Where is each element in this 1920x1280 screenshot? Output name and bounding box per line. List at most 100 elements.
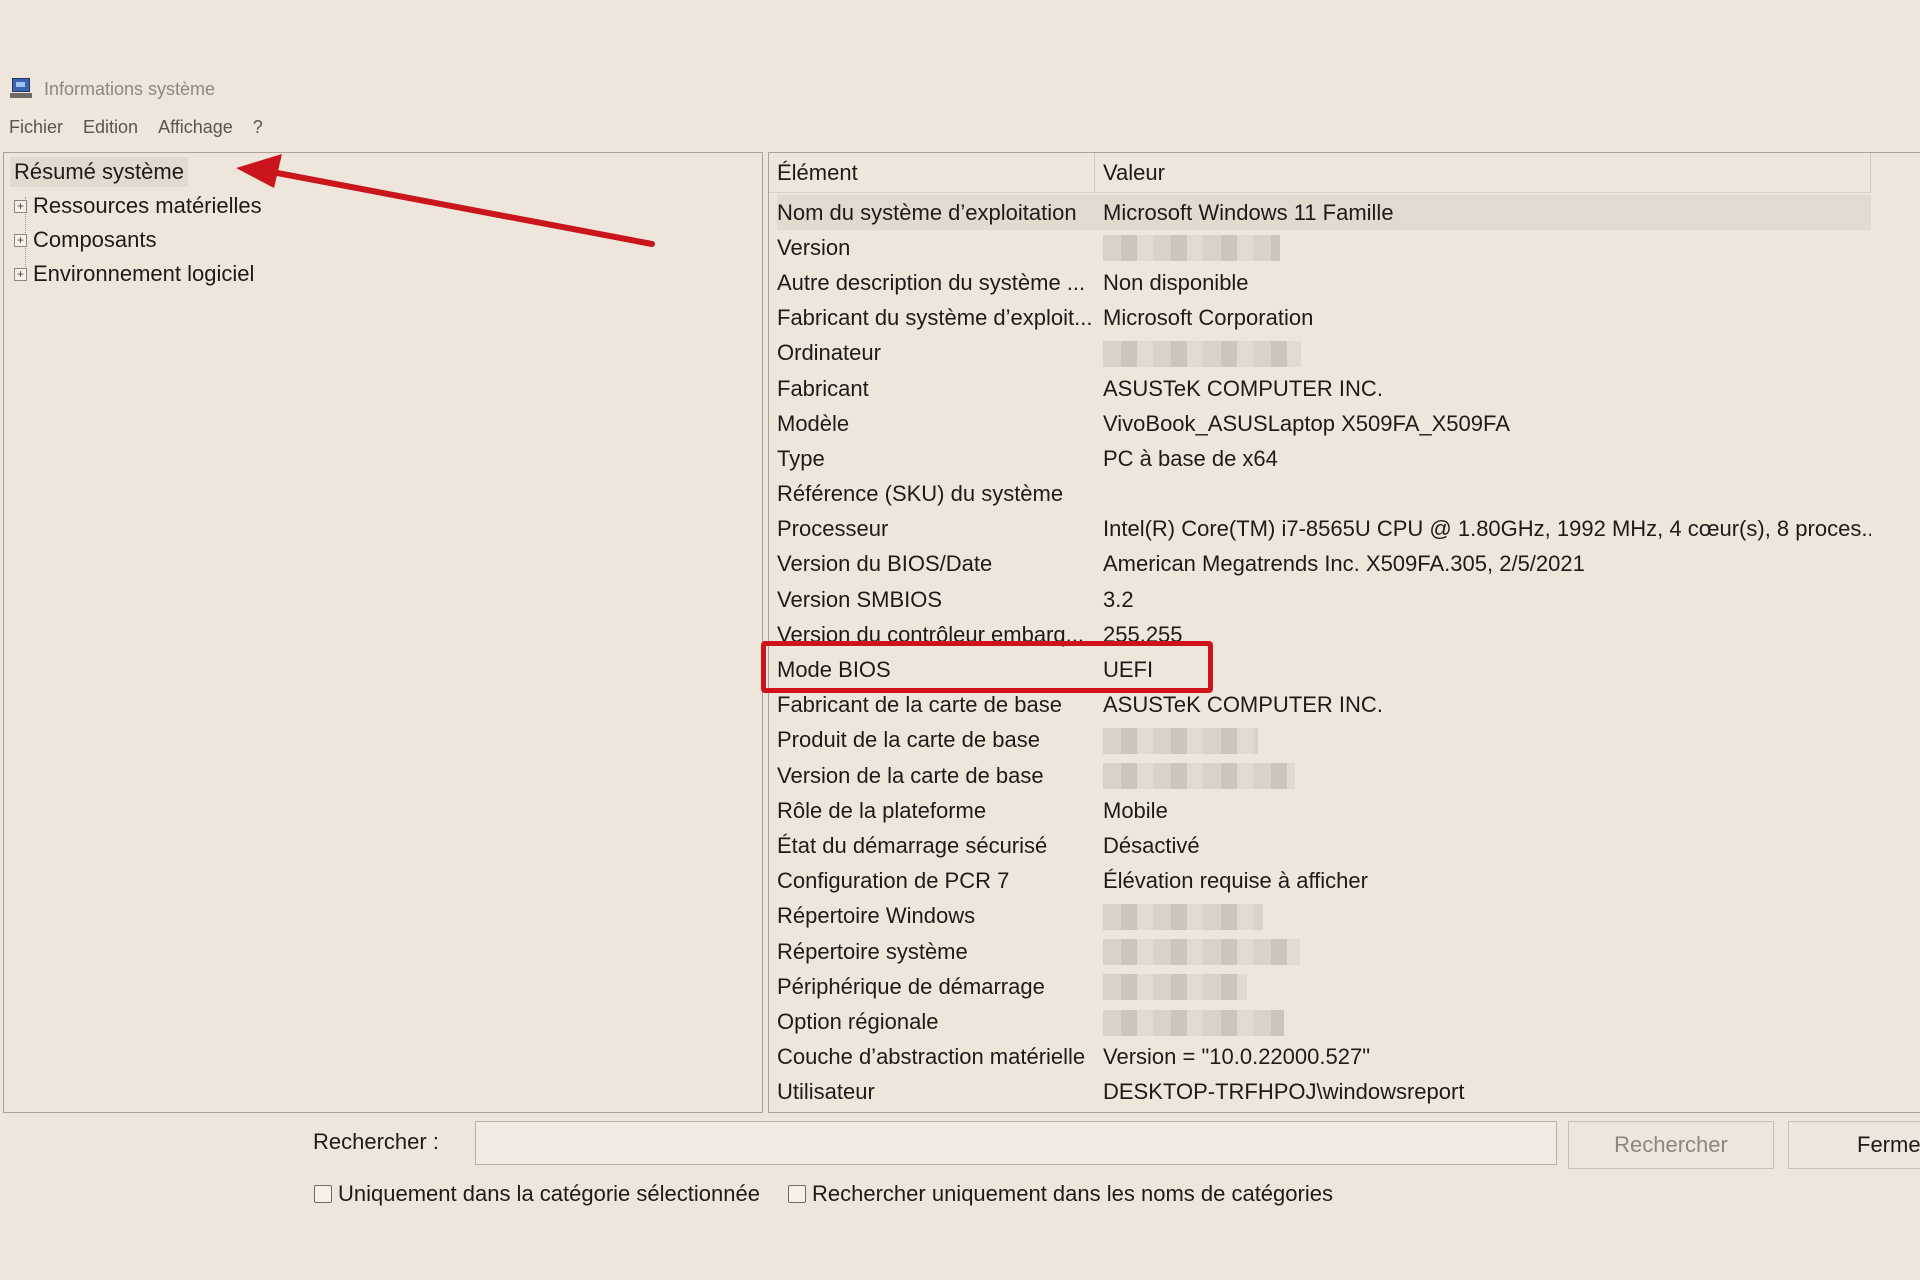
table-row[interactable]: Fabricant du système d’exploit... Microso… [777, 301, 1871, 336]
row-element: État du démarrage sécurisé [777, 832, 1048, 858]
tree-item-label: Environnement logiciel [33, 261, 255, 286]
checkbox[interactable] [314, 1185, 332, 1203]
window-title: Informations système [44, 78, 216, 99]
menu-edition[interactable]: Edition [74, 117, 149, 138]
expand-icon[interactable]: + [14, 267, 27, 281]
table-row[interactable]: Option régionale [777, 1004, 1871, 1039]
row-value: ASUSTeK COMPUTER INC. [1103, 692, 1383, 718]
tree-item-ressources[interactable]: + Ressources matérielles [14, 191, 262, 221]
row-value: Microsoft Corporation [1103, 305, 1314, 331]
row-value [1103, 1008, 1871, 1036]
menu-help[interactable]: ? [244, 117, 274, 138]
menu-bar: Fichier Edition Affichage ? [0, 112, 274, 142]
tree-item-composants[interactable]: + Composants [14, 225, 157, 255]
row-element: Configuration de PCR 7 [777, 868, 1010, 894]
table-row[interactable]: Version [777, 230, 1871, 265]
table-row[interactable]: Modèle VivoBook_ASUSLaptop X509FA_X509FA [777, 406, 1871, 441]
table-row[interactable]: Périphérique de démarrage [777, 969, 1871, 1004]
row-value: VivoBook_ASUSLaptop X509FA_X509FA [1103, 410, 1510, 436]
column-header-element[interactable]: Élément [769, 153, 1095, 192]
menu-fichier[interactable]: Fichier [0, 117, 74, 138]
row-element: Autre description du système ... [777, 269, 1086, 295]
table-row[interactable]: Version du BIOS/Date American Megatrends … [777, 547, 1871, 582]
tree-item-resume-systeme[interactable]: Résumé système [10, 157, 188, 187]
row-element: Version de la carte de base [777, 762, 1044, 788]
close-button[interactable]: Ferme [1788, 1121, 1920, 1169]
option-category-names[interactable]: Rechercher uniquement dans les noms de c… [788, 1179, 1333, 1209]
table-row[interactable]: Configuration de PCR 7 Élévation requise … [777, 864, 1871, 899]
row-element: Version [777, 234, 851, 260]
row-element: Version SMBIOS [777, 586, 943, 612]
table-row[interactable]: Version SMBIOS 3.2 [777, 582, 1871, 617]
redacted-value [1103, 763, 1295, 790]
row-value: 3.2 [1103, 586, 1134, 612]
table-row[interactable]: Couche d’abstraction matérielle Version =… [777, 1040, 1871, 1075]
table-row[interactable]: Répertoire système [777, 934, 1871, 969]
row-value [1103, 762, 1871, 790]
row-value: DESKTOP-TRFHPOJ\windowsreport [1103, 1079, 1465, 1105]
row-value: Non disponible [1103, 269, 1249, 295]
expand-icon[interactable]: + [14, 199, 27, 213]
row-element: Type [777, 445, 825, 471]
table-row[interactable]: Autre description du système ... Non disp… [777, 265, 1871, 300]
row-value: UEFI [1103, 657, 1154, 683]
row-value: Mobile [1103, 797, 1168, 823]
tree-item-environnement[interactable]: + Environnement logiciel [14, 259, 254, 289]
table-row[interactable]: Version de la carte de base [777, 758, 1871, 793]
row-value: Désactivé [1103, 832, 1200, 858]
redacted-value [1103, 1009, 1284, 1036]
row-value: 255.255 [1103, 621, 1183, 647]
table-row[interactable]: Produit de la carte de base [777, 723, 1871, 758]
table-row[interactable]: Processeur Intel(R) Core(TM) i7-8565U CPU… [777, 512, 1871, 547]
details-table: Élément Valeur Nom du système d’exploita… [768, 152, 1920, 1113]
row-element: Fabricant du système d’exploit... [777, 305, 1093, 331]
title-bar: Informations système [10, 74, 215, 104]
search-button[interactable]: Rechercher [1568, 1121, 1774, 1169]
table-row[interactable]: État du démarrage sécurisé Désactivé [777, 828, 1871, 863]
column-header-valeur[interactable]: Valeur [1095, 153, 1871, 192]
row-value [1103, 727, 1871, 754]
row-value: Intel(R) Core(TM) i7-8565U CPU @ 1.80GHz… [1103, 516, 1871, 542]
row-element: Répertoire système [777, 938, 968, 964]
row-element: Ordinateur [777, 340, 881, 366]
row-value [1103, 234, 1871, 262]
row-element: Produit de la carte de base [777, 727, 1040, 753]
redacted-value [1103, 974, 1247, 1001]
table-row[interactable]: Ordinateur [777, 336, 1871, 371]
option-selected-category[interactable]: Uniquement dans la catégorie sélectionné… [314, 1179, 760, 1209]
search-label: Rechercher : [313, 1129, 439, 1154]
row-value: PC à base de x64 [1103, 445, 1278, 471]
expand-icon[interactable]: + [14, 233, 27, 247]
search-input[interactable] [475, 1121, 1557, 1165]
row-element: Périphérique de démarrage [777, 973, 1045, 999]
row-element: Rôle de la plateforme [777, 797, 987, 823]
table-row[interactable]: Utilisateur DESKTOP-TRFHPOJ\windowsreport [777, 1075, 1871, 1110]
row-element: Processeur [777, 516, 889, 542]
row-value: American Megatrends Inc. X509FA.305, 2/5… [1103, 551, 1585, 577]
desktop-background [0, 1213, 1920, 1280]
redacted-value [1103, 235, 1280, 262]
row-value: Version = "10.0.22000.527" [1103, 1044, 1370, 1070]
table-row[interactable]: Nom du système d’exploitation Microsoft W… [777, 195, 1871, 231]
table-row[interactable]: Rôle de la plateforme Mobile [777, 793, 1871, 828]
table-row[interactable]: Fabricant ASUSTeK COMPUTER INC. [777, 371, 1871, 406]
row-value [1103, 340, 1871, 367]
row-element: Répertoire Windows [777, 903, 976, 929]
tree-item-label: Composants [33, 227, 157, 252]
row-element: Référence (SKU) du système [777, 481, 1064, 507]
menu-affichage[interactable]: Affichage [149, 117, 244, 138]
row-value [1103, 938, 1871, 966]
option-label: Uniquement dans la catégorie sélectionné… [338, 1181, 760, 1206]
table-row[interactable]: Type PC à base de x64 [777, 441, 1871, 476]
redacted-value [1103, 939, 1300, 966]
table-row[interactable]: Répertoire Windows [777, 899, 1871, 934]
row-element: Utilisateur [777, 1079, 875, 1105]
system-info-icon [10, 78, 34, 100]
redacted-value [1103, 340, 1301, 367]
row-value [1103, 903, 1871, 930]
table-row[interactable]: Référence (SKU) du système [777, 477, 1871, 512]
row-element: Version du BIOS/Date [777, 551, 993, 577]
row-element: Fabricant de la carte de base [777, 692, 1062, 718]
checkbox[interactable] [788, 1185, 806, 1203]
row-element: Option régionale [777, 1008, 939, 1034]
